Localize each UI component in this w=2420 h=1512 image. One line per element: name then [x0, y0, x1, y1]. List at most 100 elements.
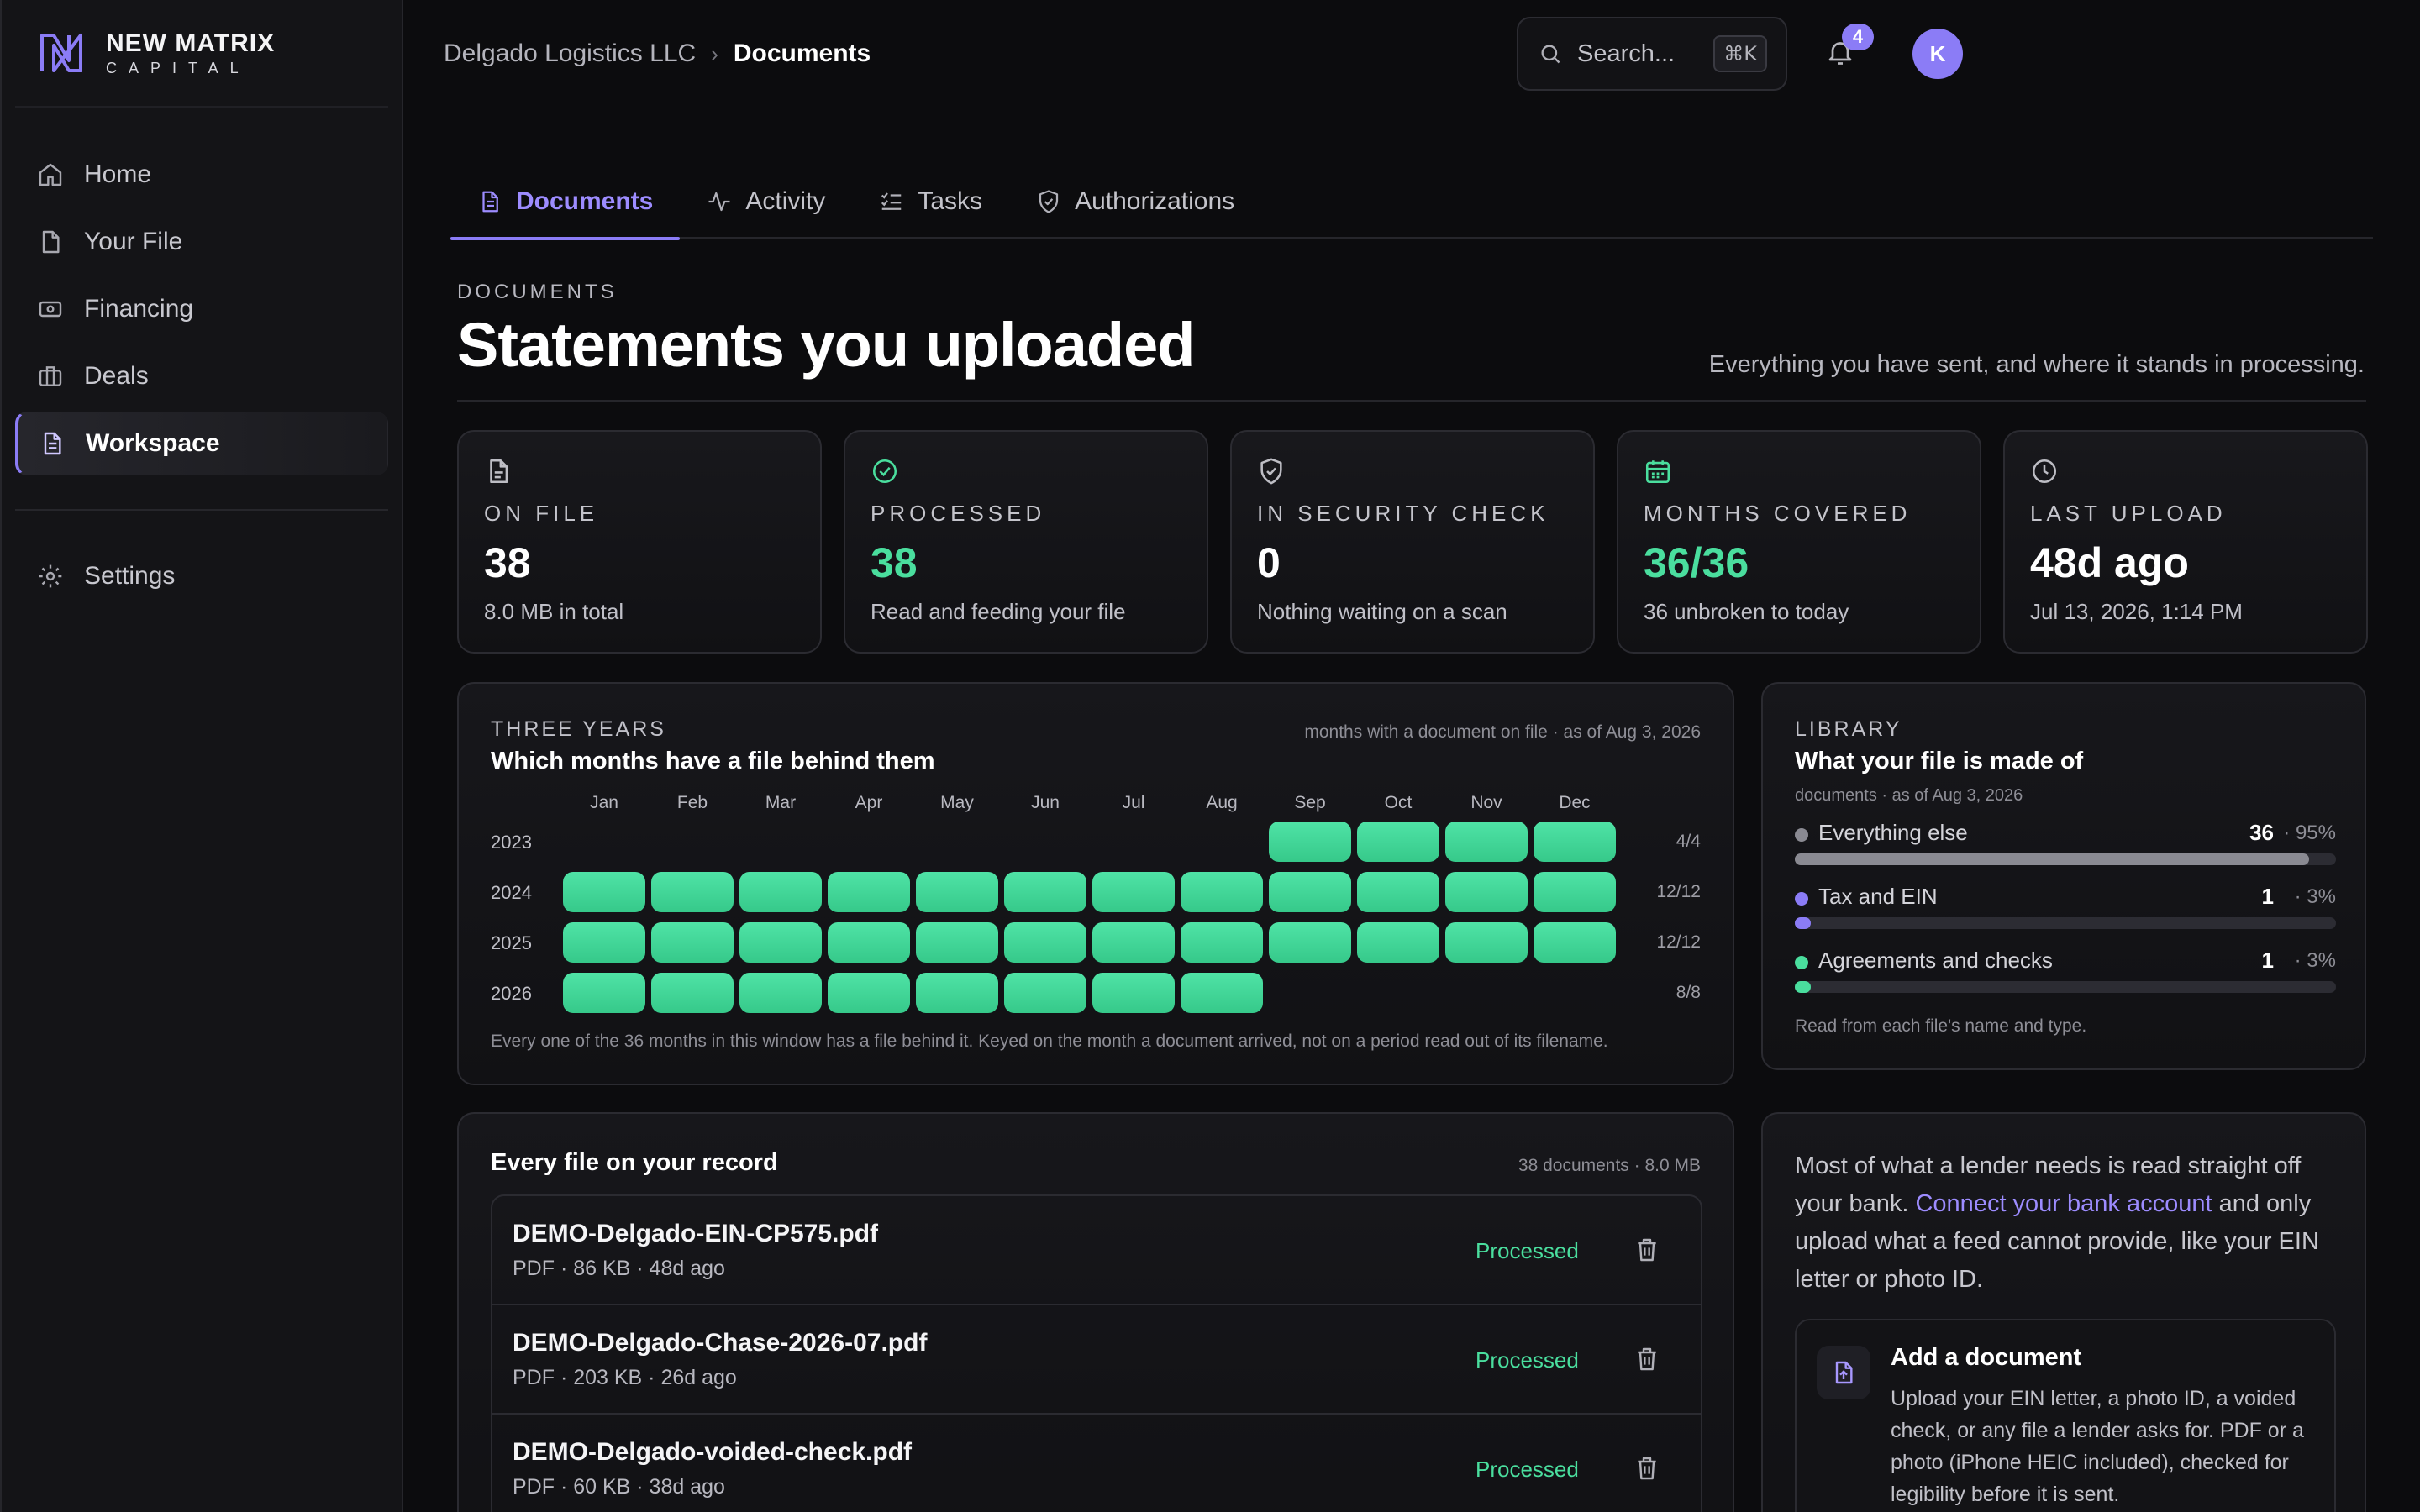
sidebar-item-label: Financing — [84, 295, 194, 323]
month-label: Aug — [1206, 793, 1238, 812]
sidebar: NEW MATRIX CAPITAL Home Your File Financ… — [0, 0, 403, 1512]
legend-dot — [1795, 956, 1808, 969]
breadcrumb-separator: › — [711, 40, 718, 66]
month-cell[interactable] — [563, 922, 645, 963]
file-row[interactable]: DEMO-Delgado-Chase-2026-07.pdf PDF · 203… — [492, 1305, 1701, 1415]
stat-subtext: Jul 13, 2026, 1:14 PM — [2030, 599, 2243, 624]
logo-icon — [40, 34, 82, 72]
month-cell[interactable] — [1445, 872, 1528, 912]
year-label: 2026 — [491, 983, 532, 1004]
tab-tasks[interactable]: Tasks — [852, 165, 1009, 239]
month-cell[interactable] — [1269, 922, 1351, 963]
brand[interactable]: NEW MATRIX CAPITAL — [15, 0, 388, 108]
sidebar-divider — [15, 509, 388, 511]
add-document-card[interactable]: Add a document Upload your EIN letter, a… — [1795, 1319, 2336, 1512]
tab-documents[interactable]: Documents — [450, 165, 681, 240]
stat-label: PROCESSED — [871, 501, 1046, 526]
sidebar-item-settings[interactable]: Settings — [15, 544, 388, 608]
year-label: 2023 — [491, 832, 532, 853]
month-cell[interactable] — [1269, 872, 1351, 912]
month-cell[interactable] — [1004, 973, 1086, 1013]
stat-value: 38 — [871, 539, 918, 586]
month-cell[interactable] — [739, 872, 822, 912]
month-cell[interactable] — [1092, 973, 1175, 1013]
month-cell[interactable] — [828, 922, 910, 963]
briefcase-icon — [39, 366, 62, 386]
trash-icon[interactable] — [1634, 1346, 1660, 1373]
file-name[interactable]: DEMO-Delgado-Chase-2026-07.pdf — [513, 1329, 927, 1357]
checklist-icon — [881, 192, 902, 210]
month-cell[interactable] — [828, 872, 910, 912]
tab-activity[interactable]: Activity — [680, 165, 852, 239]
library-row-agreements: Agreements and checks 1 · 3% — [1795, 946, 2336, 1000]
file-name[interactable]: DEMO-Delgado-EIN-CP575.pdf — [513, 1220, 878, 1248]
tab-label: Tasks — [918, 187, 983, 215]
sidebar-item-label: Deals — [84, 362, 149, 390]
month-cell[interactable] — [1181, 872, 1263, 912]
month-cell[interactable] — [916, 922, 998, 963]
sidebar-item-label: Settings — [84, 562, 176, 590]
shield-check-icon — [1260, 458, 1282, 485]
stat-value: 38 — [484, 539, 531, 586]
panel-meta: months with a document on file · as of A… — [1304, 722, 1701, 742]
search-icon — [1541, 45, 1560, 64]
stat-label: ON FILE — [484, 501, 599, 526]
month-cell[interactable] — [1534, 922, 1616, 963]
trash-icon[interactable] — [1634, 1455, 1660, 1482]
file-icon — [42, 230, 60, 254]
file-row[interactable]: DEMO-Delgado-voided-check.pdf PDF · 60 K… — [492, 1415, 1701, 1512]
section-eyebrow: DOCUMENTS — [457, 281, 618, 303]
tab-authorizations[interactable]: Authorizations — [1009, 165, 1261, 239]
month-cell[interactable] — [1534, 822, 1616, 862]
trash-icon[interactable] — [1634, 1236, 1660, 1263]
avatar[interactable]: K — [1912, 29, 1963, 79]
file-row[interactable]: DEMO-Delgado-EIN-CP575.pdf PDF · 86 KB ·… — [492, 1196, 1701, 1305]
month-cell[interactable] — [1004, 872, 1086, 912]
month-cell[interactable] — [1181, 973, 1263, 1013]
library-row-name: Everything else — [1818, 820, 1968, 845]
month-cell[interactable] — [1004, 922, 1086, 963]
month-cell[interactable] — [1092, 872, 1175, 912]
file-meta: PDF · 203 KB · 26d ago — [513, 1366, 737, 1389]
sidebar-item-workspace[interactable]: Workspace — [15, 412, 388, 475]
search-shortcut: ⌘K — [1713, 35, 1767, 72]
library-row-name: Agreements and checks — [1818, 948, 2053, 973]
month-cell[interactable] — [739, 922, 822, 963]
month-cell[interactable] — [1357, 822, 1439, 862]
month-cell[interactable] — [651, 922, 734, 963]
month-cell[interactable] — [1092, 922, 1175, 963]
search-input[interactable]: Search... ⌘K — [1517, 17, 1787, 91]
month-cell[interactable] — [563, 973, 645, 1013]
breadcrumb-org[interactable]: Delgado Logistics LLC — [444, 39, 696, 68]
month-cell[interactable] — [1534, 872, 1616, 912]
page-title: Statements you uploaded — [457, 310, 1195, 380]
month-cell[interactable] — [651, 872, 734, 912]
legend-dot — [1795, 828, 1808, 842]
year-label: 2025 — [491, 932, 532, 953]
sidebar-item-home[interactable]: Home — [15, 143, 388, 207]
month-cell[interactable] — [1357, 872, 1439, 912]
progress-track — [1795, 917, 2336, 929]
sidebar-item-your-file[interactable]: Your File — [15, 210, 388, 274]
status-badge: Processed — [1476, 1347, 1579, 1373]
sidebar-item-financing[interactable]: Financing — [15, 277, 388, 341]
connect-bank-link[interactable]: Connect your bank account — [1915, 1190, 2212, 1217]
month-cell[interactable] — [1357, 922, 1439, 963]
month-cell[interactable] — [563, 872, 645, 912]
month-cell[interactable] — [1445, 822, 1528, 862]
month-cell[interactable] — [651, 973, 734, 1013]
library-row-percent: · 3% — [2294, 885, 2336, 908]
month-cell[interactable] — [1269, 822, 1351, 862]
library-row-tax-ein: Tax and EIN 1 · 3% — [1795, 882, 2336, 936]
month-cell[interactable] — [916, 872, 998, 912]
file-name[interactable]: DEMO-Delgado-voided-check.pdf — [513, 1438, 912, 1467]
sidebar-item-deals[interactable]: Deals — [15, 344, 388, 408]
month-label: Feb — [676, 793, 708, 812]
month-cell[interactable] — [828, 973, 910, 1013]
month-cell[interactable] — [1445, 922, 1528, 963]
month-cell[interactable] — [916, 973, 998, 1013]
month-cell[interactable] — [739, 973, 822, 1013]
month-cell[interactable] — [1181, 922, 1263, 963]
legend-dot — [1795, 892, 1808, 906]
library-row-count: 1 — [2261, 948, 2274, 973]
